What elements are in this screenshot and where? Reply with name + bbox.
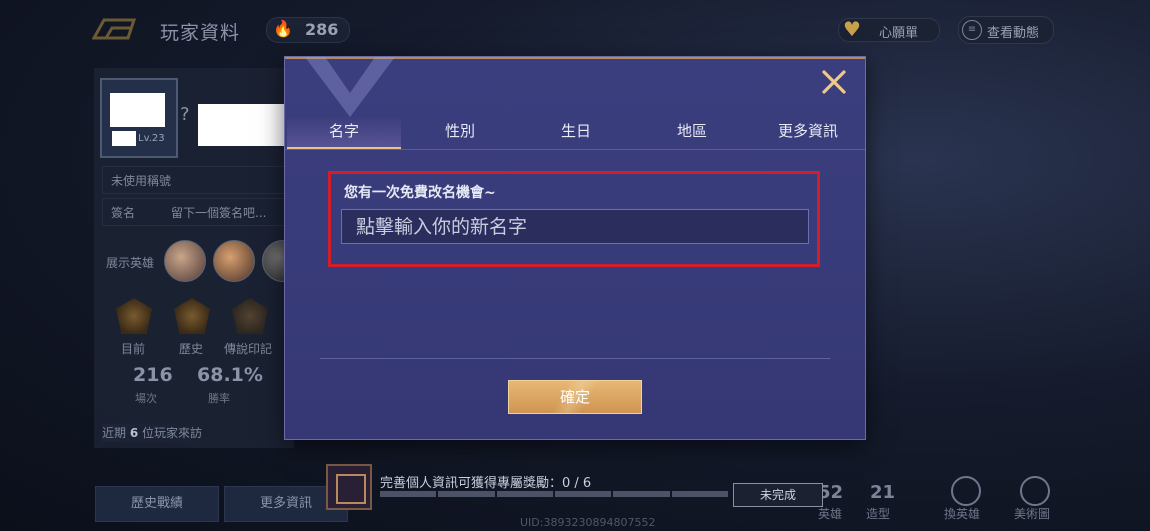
recent-visitors[interactable]: 近期 6 位玩家來訪 bbox=[102, 424, 224, 442]
flame-icon: 🔥 bbox=[273, 19, 293, 38]
incomplete-status-button[interactable]: 未完成 bbox=[733, 483, 823, 507]
dialog-separator bbox=[320, 358, 830, 359]
view-dynamics-button[interactable]: ≡ 查看動態 bbox=[958, 16, 1054, 44]
signature-label: 簽名 bbox=[111, 206, 136, 220]
matches-value: 216 bbox=[133, 364, 173, 386]
currency-badge: 🔥 286 bbox=[266, 17, 350, 43]
wishlist-button[interactable]: ♥ 心願單 bbox=[838, 17, 940, 42]
tab-gender[interactable]: 性別 bbox=[403, 117, 517, 149]
confirm-label: 確定 bbox=[559, 388, 590, 406]
reward-frame-icon[interactable] bbox=[326, 464, 372, 510]
hero-avatar[interactable] bbox=[164, 240, 206, 282]
recent-suffix: 位玩家來訪 bbox=[142, 426, 203, 440]
winrate-label: 勝率 bbox=[208, 392, 230, 405]
showcase-heroes-label: 展示英雄 bbox=[106, 256, 155, 270]
active-tab-indicator bbox=[287, 147, 401, 149]
tab-divider bbox=[285, 149, 865, 150]
tab-region[interactable]: 地區 bbox=[635, 117, 749, 149]
close-icon[interactable] bbox=[820, 68, 848, 96]
title-row[interactable]: 未使用稱號 bbox=[102, 166, 294, 194]
swap-hero-icon[interactable] bbox=[951, 476, 981, 506]
tab-name[interactable]: 名字 bbox=[287, 117, 401, 149]
uid-label: UID:3893230894807552 bbox=[520, 516, 656, 529]
page-title: 玩家資料 bbox=[160, 22, 241, 44]
view-dynamics-label: 查看動態 bbox=[987, 26, 1040, 41]
wishlist-label: 心願單 bbox=[879, 26, 919, 41]
progress-bar bbox=[380, 491, 728, 497]
back-arrow-icon[interactable] bbox=[92, 16, 138, 42]
heroes-count-label: 英雄 bbox=[818, 507, 843, 521]
free-rename-hint: 您有一次免費改名機會~ bbox=[344, 185, 496, 201]
avatar-redaction bbox=[110, 93, 165, 127]
progress-text: 完善個人資訊可獲得專屬獎勵：0 / 6 bbox=[380, 476, 592, 491]
title-row-label: 未使用稱號 bbox=[111, 174, 172, 188]
recent-prefix: 近期 bbox=[102, 426, 127, 440]
hero-avatar[interactable] bbox=[213, 240, 255, 282]
recent-count: 6 bbox=[129, 426, 139, 440]
artwork-label: 美術圖 bbox=[1014, 507, 1051, 521]
swap-hero-label: 換英雄 bbox=[944, 507, 981, 521]
heart-icon: ♥ bbox=[843, 17, 861, 41]
signature-placeholder: 留下一個簽名吧... bbox=[171, 206, 267, 220]
match-history-button[interactable]: 歷史戰績 bbox=[95, 486, 219, 522]
signature-row[interactable]: 簽名 留下一個簽名吧... bbox=[102, 198, 294, 226]
new-name-input[interactable] bbox=[341, 209, 809, 244]
winrate-value: 68.1% bbox=[197, 364, 263, 386]
medal-label-history: 歷史 bbox=[179, 342, 204, 356]
tab-more-info[interactable]: 更多資訊 bbox=[751, 117, 865, 149]
skins-count: 21 bbox=[870, 482, 896, 503]
level-label: Lv.23 bbox=[138, 133, 165, 144]
matches-label: 場次 bbox=[135, 392, 157, 405]
tab-birthday[interactable]: 生日 bbox=[519, 117, 633, 149]
help-icon[interactable]: ? bbox=[180, 104, 190, 125]
artwork-icon[interactable] bbox=[1020, 476, 1050, 506]
confirm-button[interactable]: 確定 bbox=[508, 380, 642, 414]
level-redaction bbox=[112, 131, 136, 146]
skins-count-label: 造型 bbox=[866, 507, 891, 521]
currency-value: 286 bbox=[305, 20, 339, 39]
medal-label-legend: 傳說印記 bbox=[224, 342, 273, 356]
dynamics-icon: ≡ bbox=[962, 20, 982, 40]
medal-label-current: 目前 bbox=[121, 342, 146, 356]
player-name-redaction bbox=[198, 104, 284, 146]
dialog-emblem-icon bbox=[305, 57, 395, 117]
